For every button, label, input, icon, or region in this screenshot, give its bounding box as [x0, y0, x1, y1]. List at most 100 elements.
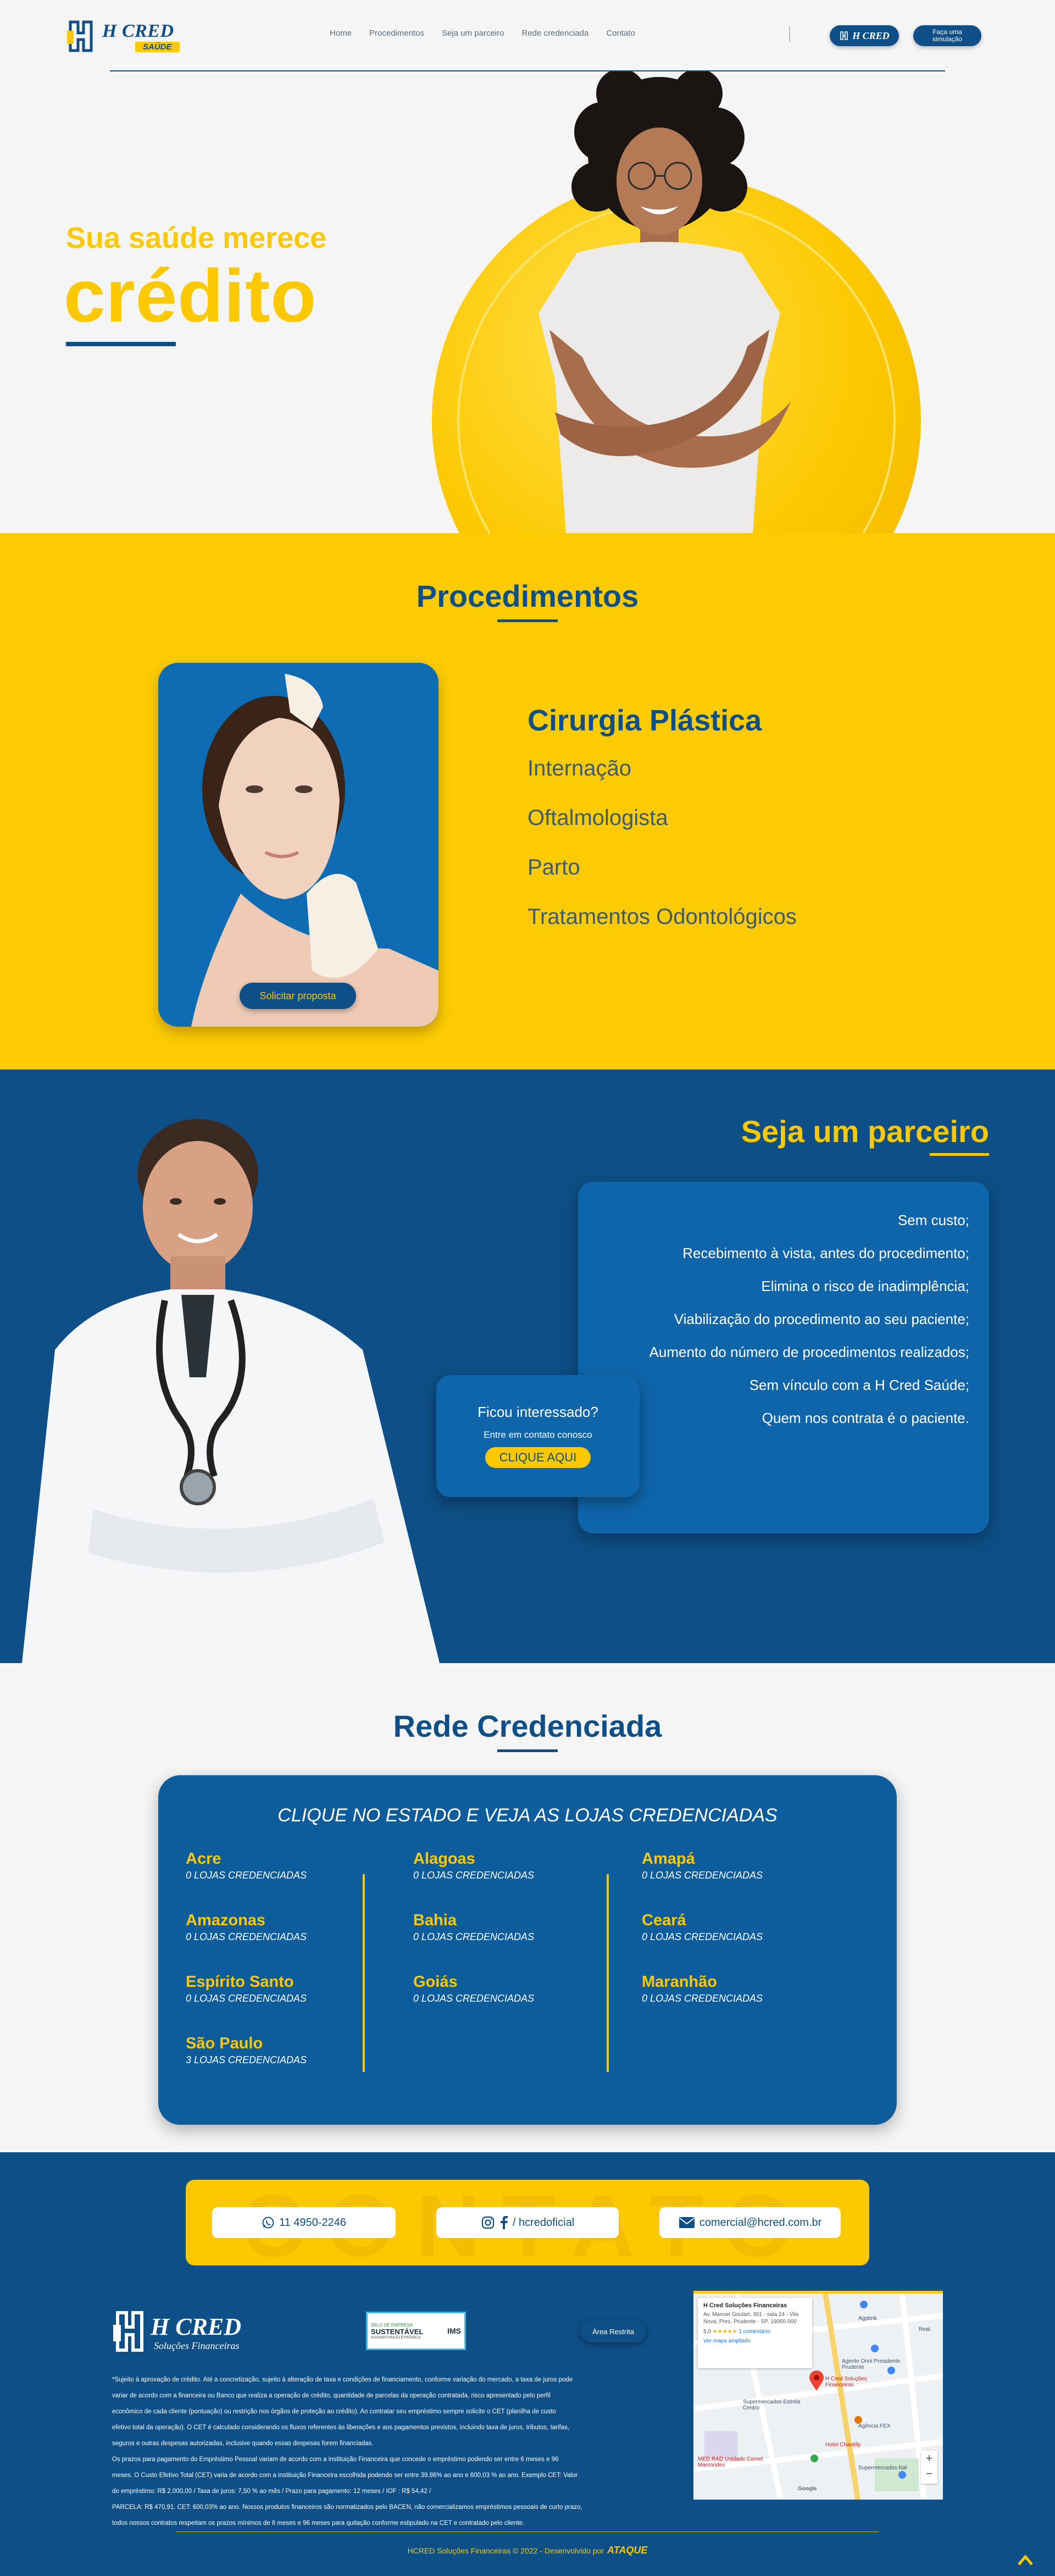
login-button[interactable]: H CRED	[830, 25, 899, 46]
state-item[interactable]: Maranhão 0 LOJAS CREDENCIADAS	[642, 1973, 763, 2035]
procedimento-item[interactable]: Parto	[528, 855, 797, 880]
benefit-item: Aumento do número de procedimentos reali…	[649, 1344, 969, 1360]
nav-separator	[789, 26, 790, 42]
logo[interactable]: H CRED SAÚDE	[66, 20, 181, 53]
legal-line: variar de acordo com a financeira ou Ban…	[112, 2392, 551, 2399]
map-rating: 5,0 ★★★★★ 1 comentário	[703, 2329, 807, 2335]
state-item[interactable]: Goiás 0 LOJAS CREDENCIADAS	[413, 1973, 534, 2035]
state-column: Alagoas 0 LOJAS CREDENCIADAS Bahia 0 LOJAS…	[413, 1850, 534, 2035]
map-info-card: H Cred Soluções Financeiras Av. Manoel G…	[698, 2298, 812, 2368]
state-item[interactable]: Amapá 0 LOJAS CREDENCIADAS	[642, 1850, 763, 1912]
footer-divider	[176, 2531, 879, 2532]
map-larger-link[interactable]: Ver mapa ampliado	[703, 2338, 807, 2344]
procedimento-image-card: Solicitar proposta	[158, 663, 438, 1027]
footer-logo[interactable]: H CRED Soluções Financeiras	[112, 2309, 255, 2353]
state-name: São Paulo	[186, 2035, 263, 2052]
nav-home[interactable]: Home	[330, 29, 352, 38]
parceiro-title: Seja um parceiro	[741, 1114, 989, 1149]
header: H CRED SAÚDE Home Procedimentos Seja um …	[0, 0, 1055, 71]
procedimento-item[interactable]: Internação	[528, 756, 797, 781]
state-item[interactable]: Ceará 0 LOJAS CREDENCIADAS	[642, 1912, 763, 1973]
state-item[interactable]: Alagoas 0 LOJAS CREDENCIADAS	[413, 1850, 534, 1912]
simulate-button[interactable]: Faça uma simulação	[913, 25, 981, 46]
phone-pill[interactable]: 11 4950-2246	[212, 2207, 396, 2238]
map-label: Supermercados Nal	[858, 2465, 907, 2471]
rede-title-underline	[497, 1749, 558, 1752]
state-column: Acre 0 LOJAS CREDENCIADAS Amazonas 0 LOJAS…	[186, 1850, 307, 2096]
legal-line: Os prazos para pagamento do Empréstimo P…	[112, 2456, 559, 2463]
interest-card: Ficou interessado? Entre em contato cono…	[436, 1375, 640, 1497]
footer: H CRED Soluções Financeiras SELO DE EMPR…	[0, 2291, 1055, 2576]
map-pin-icon[interactable]	[809, 2370, 824, 2391]
map-label: MED RAD Unidade Cornel Marcondes	[698, 2456, 763, 2468]
copyright: HCRED Soluções Financeiras © 2022 - Dese…	[0, 2545, 1055, 2556]
state-item[interactable]: Espírito Santo 0 LOJAS CREDENCIADAS	[186, 1973, 307, 2035]
rede-card: CLIQUE NO ESTADO E VEJA AS LOJAS CREDENC…	[158, 1775, 897, 2125]
benefit-item: Quem nos contrata é o paciente.	[762, 1410, 969, 1426]
location-map[interactable]: H Cred Soluções Financeiras Av. Manoel G…	[693, 2291, 943, 2500]
state-item[interactable]: Acre 0 LOJAS CREDENCIADAS	[186, 1850, 307, 1912]
interest-question: Ficou interessado?	[477, 1404, 598, 1420]
badge-mark: IMS	[447, 2326, 461, 2335]
state-name: Amapá	[642, 1850, 695, 1868]
legal-line: PARCELA: R$ 470,91. CET: 600,03% ao ano.…	[112, 2504, 582, 2511]
legal-line: econômico de cada cliente (pontuação) ou…	[112, 2408, 556, 2415]
area-restrita-button[interactable]: Área Restrita	[580, 2320, 646, 2342]
login-label: H CRED	[852, 30, 890, 41]
social-pill[interactable]: / hcredoficial	[436, 2207, 619, 2238]
state-count: 0 LOJAS CREDENCIADAS	[642, 1870, 763, 1881]
footer-logo-tag: Soluções Financeiras	[154, 2340, 240, 2351]
state-name: Goiás	[413, 1973, 458, 1991]
email-pill[interactable]: comercial@hcred.com.br	[659, 2207, 841, 2238]
map-label: Agência FEX	[858, 2423, 891, 2429]
badge-line-2: SUSTENTÁVEL	[371, 2327, 424, 2336]
map-reviews[interactable]: 1 comentário	[738, 2329, 770, 2335]
state-count: 0 LOJAS CREDENCIADAS	[186, 1993, 307, 2004]
state-count: 0 LOJAS CREDENCIADAS	[186, 1870, 307, 1881]
rede-title: Rede Credenciada	[393, 1709, 662, 1743]
procedimento-main[interactable]: Cirurgia Plástica	[528, 703, 797, 738]
clique-aqui-button[interactable]: CLIQUE AQUI	[485, 1447, 591, 1468]
map-zoom-controls[interactable]: + −	[921, 2451, 937, 2484]
state-count: 0 LOJAS CREDENCIADAS	[642, 1993, 763, 2004]
developer-logo[interactable]: ATAQUE	[607, 2545, 647, 2556]
contato-section: CONTATO 11 4950-2246 / hcredoficial come…	[0, 2152, 1055, 2292]
state-item[interactable]: Bahia 0 LOJAS CREDENCIADAS	[413, 1912, 534, 1973]
state-name: Espírito Santo	[186, 1973, 294, 1991]
procedimento-item[interactable]: Tratamentos Odontológicos	[528, 905, 797, 929]
nav-procedimentos[interactable]: Procedimentos	[369, 29, 424, 38]
google-logo: Google	[798, 2486, 817, 2492]
state-item[interactable]: São Paulo 3 LOJAS CREDENCIADAS	[186, 2035, 307, 2096]
map-place-title: H Cred Soluções Financeiras	[703, 2302, 787, 2309]
state-name: Maranhão	[642, 1973, 717, 1991]
procedimento-item[interactable]: Oftalmologista	[528, 806, 797, 830]
legal-line: meses. O Custo Efetivo Total (CET) varia…	[112, 2472, 578, 2479]
state-name: Amazonas	[186, 1912, 266, 1929]
logo-name: H CRED	[102, 21, 174, 41]
page: H CRED SAÚDE Home Procedimentos Seja um …	[0, 0, 1055, 2576]
state-name: Alagoas	[413, 1850, 475, 1868]
map-label: Hotel Chantilly	[825, 2442, 861, 2448]
benefit-item: Recebimento à vista, antes do procedimen…	[682, 1245, 969, 1261]
legal-line: efetivo total da operação). O CET é calc…	[112, 2424, 570, 2431]
star-icon: ★★★★★	[712, 2329, 737, 2335]
nav-rede-credenciada[interactable]: Rede credenciada	[521, 29, 588, 38]
state-count: 3 LOJAS CREDENCIADAS	[186, 2054, 307, 2065]
solicitar-proposta-button[interactable]: Solicitar proposta	[240, 983, 356, 1009]
email-address: comercial@hcred.com.br	[699, 2216, 822, 2229]
state-item[interactable]: Amazonas 0 LOJAS CREDENCIADAS	[186, 1912, 307, 1973]
state-column: Amapá 0 LOJAS CREDENCIADAS Ceará 0 LOJAS C…	[642, 1850, 763, 2035]
hero-section: Sua saúde merece crédito	[0, 71, 1055, 533]
badge-line-1: SELO DE EMPRESA	[371, 2322, 413, 2328]
benefit-item: Sem vínculo com a H Cred Saúde;	[749, 1377, 969, 1393]
nav-contato[interactable]: Contato	[606, 29, 635, 38]
legal-line: seguros e outras despesas autorizadas, i…	[112, 2440, 374, 2447]
map-label: Agente Onni Presidente Prudente	[842, 2358, 901, 2370]
nav-seja-parceiro[interactable]: Seja um parceiro	[442, 29, 504, 38]
scroll-top-chevron-icon[interactable]	[1014, 2549, 1036, 2571]
footer-logo-name: H CRED	[151, 2313, 242, 2340]
benefit-item: Sem custo;	[897, 1212, 969, 1228]
rede-credenciada-section: Rede Credenciada CLIQUE NO ESTADO E VEJA…	[0, 1663, 1055, 2152]
hcred-logo-mark	[113, 2311, 143, 2352]
facebook-icon	[500, 2216, 508, 2229]
